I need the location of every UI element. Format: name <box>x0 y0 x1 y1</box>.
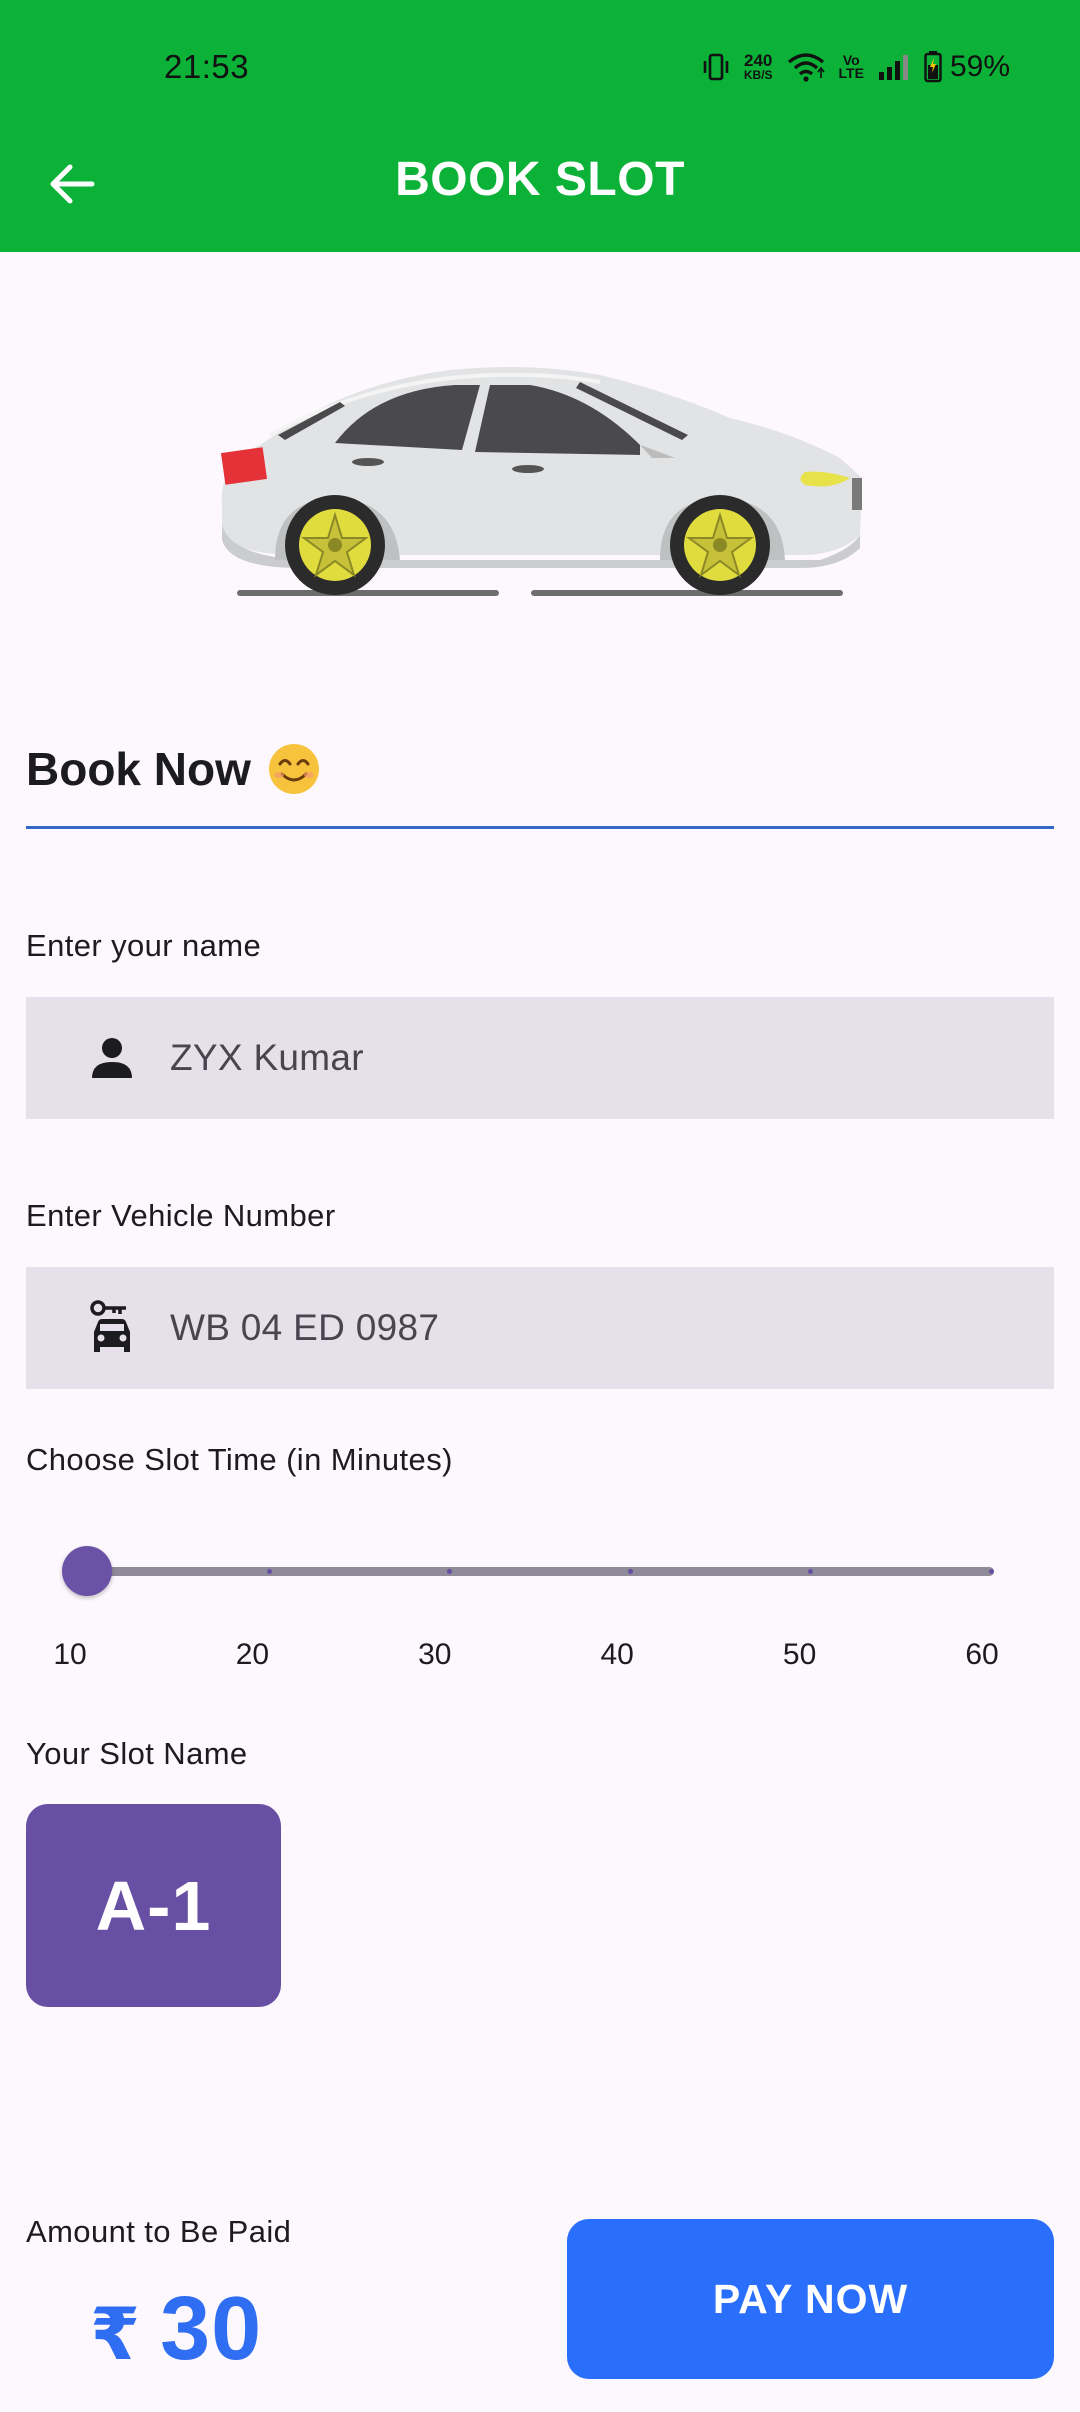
slot-time-label: Choose Slot Time (in Minutes) <box>26 1442 453 1477</box>
vehicle-field[interactable] <box>26 1267 1054 1389</box>
slot-name-badge: A-1 <box>26 1804 281 2007</box>
slider-tick-label: 50 <box>782 1638 817 1671</box>
wifi-icon <box>787 53 825 82</box>
vibrate-icon <box>703 53 729 81</box>
slider-tick-label: 20 <box>235 1638 270 1671</box>
net-speed-unit: KB/S <box>743 68 773 82</box>
name-field[interactable] <box>26 997 1054 1119</box>
slider-tick-label: 60 <box>965 1638 999 1671</box>
battery-percent: 59% <box>949 50 1010 83</box>
smiling-face-icon <box>268 744 319 794</box>
amount-value: 30 <box>160 2279 263 2379</box>
slider-labels: 10 20 30 40 50 60 <box>46 1638 1006 1678</box>
name-label: Enter your name <box>26 928 262 963</box>
pay-now-button[interactable]: PAY NOW <box>567 2219 1054 2379</box>
name-input[interactable] <box>170 1037 970 1079</box>
net-speed: 240 KB/S <box>743 51 773 82</box>
person-icon <box>82 1028 142 1088</box>
signal-icon <box>878 55 908 80</box>
app-header: 21:53 240 KB/S Vo LTE 59% BOOK SLOT <box>0 0 1080 252</box>
amount-label: Amount to Be Paid <box>26 2214 292 2249</box>
slider-tick <box>627 1569 633 1574</box>
vehicle-input[interactable] <box>170 1307 970 1349</box>
slider-thumb[interactable] <box>62 1546 112 1596</box>
volte-bottom: LTE <box>838 65 864 81</box>
book-now-heading: Book Now <box>26 742 321 796</box>
amount-display: ₹ 30 <box>90 2278 262 2381</box>
vehicle-label: Enter Vehicle Number <box>26 1198 336 1233</box>
slider-tick <box>266 1569 272 1574</box>
slider-track[interactable] <box>86 1567 994 1576</box>
book-now-title: Book Now <box>26 743 251 795</box>
heading-divider <box>26 826 1054 829</box>
slot-name-label: Your Slot Name <box>26 1736 248 1771</box>
slider-tick-label: 30 <box>418 1638 452 1671</box>
car-illustration <box>220 366 863 596</box>
slider-tick-label: 10 <box>53 1638 87 1671</box>
slider-tick <box>989 1569 994 1574</box>
currency-symbol: ₹ <box>90 2295 141 2375</box>
volte-indicator: Vo LTE <box>838 53 864 81</box>
net-speed-value: 240 <box>744 51 773 70</box>
status-icons: 240 KB/S Vo LTE 59% <box>702 50 1010 84</box>
slot-time-slider[interactable] <box>62 1546 1002 1596</box>
page-title: BOOK SLOT <box>395 153 685 206</box>
car-key-icon <box>82 1298 142 1358</box>
status-time: 21:53 <box>164 48 250 85</box>
slider-tick-label: 40 <box>600 1638 634 1671</box>
battery-icon <box>924 51 942 83</box>
